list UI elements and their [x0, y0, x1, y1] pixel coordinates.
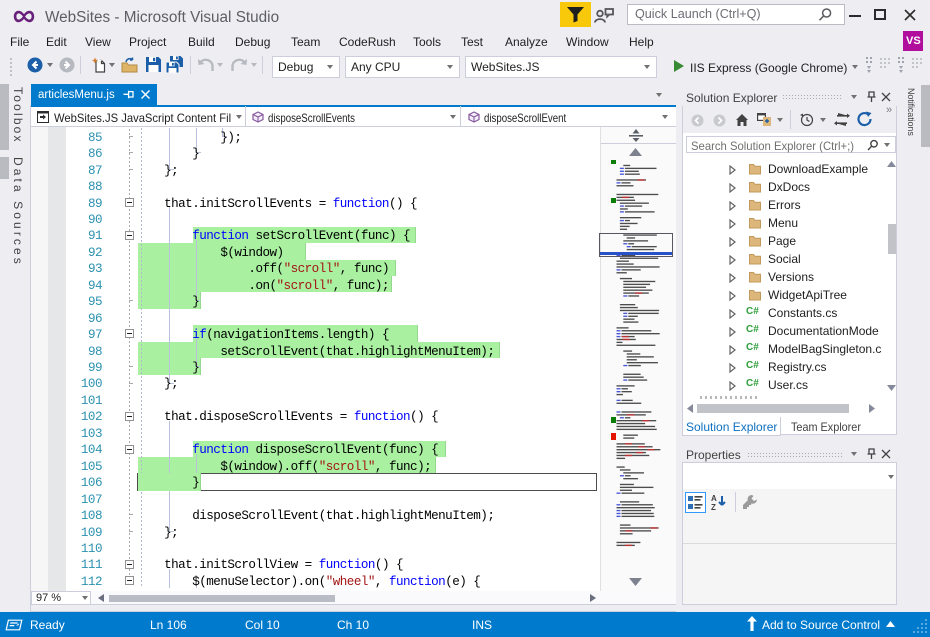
- svg-text:Z: Z: [711, 503, 716, 511]
- svg-text:A: A: [711, 494, 717, 503]
